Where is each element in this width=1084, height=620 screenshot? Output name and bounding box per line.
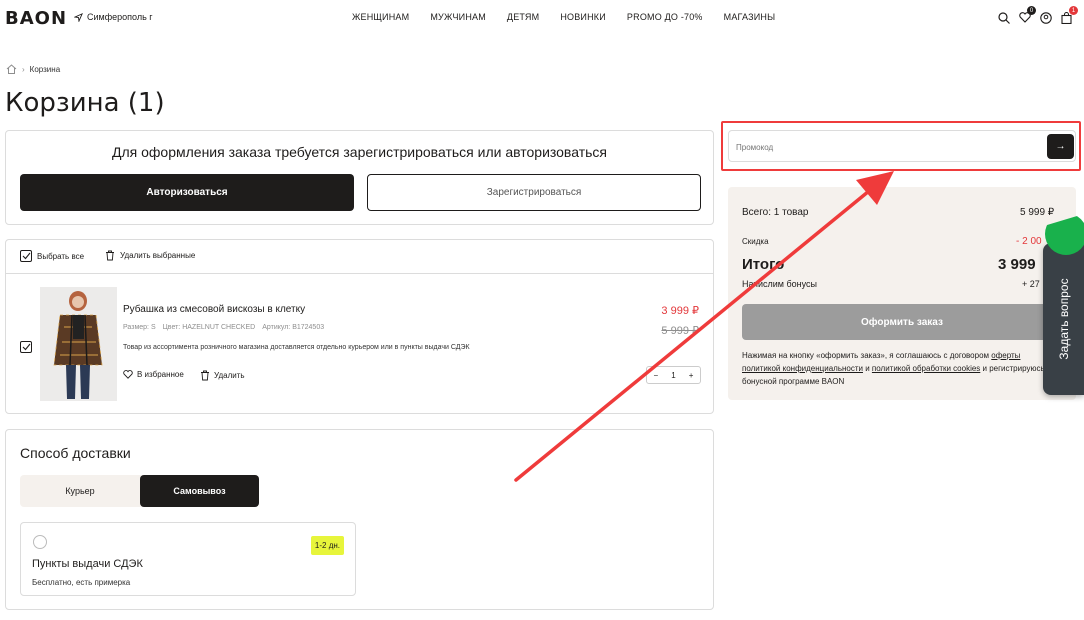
ask-question-tab[interactable]: Задать вопрос xyxy=(1043,213,1084,395)
discount-label: Скидка xyxy=(742,237,769,246)
pickup-option-name: Пункты выдачи СДЭК xyxy=(32,558,143,570)
checkout-button[interactable]: Оформить заказ xyxy=(742,304,1062,340)
tab-pickup[interactable]: Самовывоз xyxy=(140,475,259,507)
add-to-favorites[interactable]: В избранное xyxy=(123,370,184,379)
delete-selected-label: Удалить выбранные xyxy=(120,251,196,260)
auth-card: Для оформления заказа требуется зарегист… xyxy=(5,130,714,225)
offer-link[interactable]: оферты xyxy=(991,351,1020,360)
nav-new[interactable]: НОВИНКИ xyxy=(560,12,606,22)
legal-text-before: Нажимая на кнопку «оформить заказ», я со… xyxy=(742,351,990,360)
divider xyxy=(6,273,713,274)
product-attributes: Размер: S Цвет: HAZELNUT CHECKED Артикул… xyxy=(123,324,324,331)
page-title: Корзина (1) xyxy=(5,88,165,118)
grand-total-value: 3 999 xyxy=(998,256,1036,273)
favorites-count-badge: 0 xyxy=(1027,6,1036,15)
heart-icon xyxy=(123,370,133,379)
product-price: 3 999 ₽ xyxy=(661,305,699,317)
search-icon[interactable] xyxy=(996,10,1011,25)
register-button[interactable]: Зарегистрироваться xyxy=(367,174,701,211)
nav-women[interactable]: ЖЕНЩИНАМ xyxy=(352,12,409,22)
quantity-stepper: − 1 + xyxy=(646,366,701,384)
qty-minus-button[interactable]: − xyxy=(654,371,659,380)
product-name[interactable]: Рубашка из смесовой вискозы в клетку xyxy=(123,304,305,315)
qty-value[interactable]: 1 xyxy=(671,371,675,380)
legal-and: и xyxy=(865,364,870,373)
qty-plus-button[interactable]: + xyxy=(689,371,694,380)
favorites-label: В избранное xyxy=(137,370,184,379)
delivery-card: Способ доставки Курьер Самовывоз Пункты … xyxy=(5,429,714,610)
city-name: Симферополь г xyxy=(87,12,153,22)
product-size: Размер: S xyxy=(123,324,156,331)
discount-value: - 2 00 xyxy=(1016,236,1042,247)
annotation-highlight xyxy=(721,121,1081,171)
cookies-policy-link[interactable]: политикой обработки cookies xyxy=(872,364,980,373)
trash-icon xyxy=(106,250,114,261)
cart-bag-icon[interactable]: 1 xyxy=(1059,6,1078,25)
home-icon[interactable] xyxy=(6,64,17,74)
tab-courier[interactable]: Курьер xyxy=(20,475,140,507)
bonus-value: + 27 xyxy=(1022,279,1040,289)
favorites-heart-icon[interactable]: 0 xyxy=(1017,6,1036,25)
product-article: Артикул: B1724503 xyxy=(262,324,325,331)
main-nav: ЖЕНЩИНАМ МУЖЧИНАМ ДЕТЯМ НОВИНКИ PROMO ДО… xyxy=(352,12,775,22)
delete-label: Удалить xyxy=(214,371,245,380)
delivery-title: Способ доставки xyxy=(20,445,131,461)
cart-card: Выбрать все Удалить выбранные Рубашка из… xyxy=(5,239,714,414)
user-icon[interactable] xyxy=(1038,10,1053,25)
bonus-label: Начислим бонусы xyxy=(742,279,817,289)
select-all-checkbox[interactable] xyxy=(20,250,32,262)
login-button[interactable]: Авторизоваться xyxy=(20,174,354,211)
logo[interactable]: BAON xyxy=(5,8,67,29)
breadcrumb-current: Корзина xyxy=(29,64,61,74)
product-color: Цвет: HAZELNUT CHECKED xyxy=(162,324,256,331)
total-items-value: 5 999 ₽ xyxy=(1020,207,1055,218)
order-summary: Всего: 1 товар 5 999 ₽ Скидка - 2 00 Ито… xyxy=(728,187,1076,400)
location-arrow-icon xyxy=(74,12,83,22)
delete-selected[interactable]: Удалить выбранные xyxy=(105,250,195,261)
delete-item[interactable]: Удалить xyxy=(200,370,245,381)
pickup-option-radio[interactable] xyxy=(33,535,47,549)
header-icons: 0 1 xyxy=(996,6,1078,25)
nav-promo[interactable]: PROMO ДО -70% xyxy=(627,12,703,22)
auth-message: Для оформления заказа требуется зарегист… xyxy=(112,144,607,160)
nav-stores[interactable]: МАГАЗИНЫ xyxy=(724,12,776,22)
cart-count-badge: 1 xyxy=(1069,6,1078,15)
legal-text: Нажимая на кнопку «оформить заказ», я со… xyxy=(742,349,1060,388)
delivery-method-tabs: Курьер Самовывоз xyxy=(20,475,259,507)
nav-men[interactable]: МУЖЧИНАМ xyxy=(430,12,486,22)
site-header: BAON Симферополь г ЖЕНЩИНАМ МУЖЧИНАМ ДЕТ… xyxy=(0,0,1084,36)
product-delivery-note: Товар из ассортимента розничного магазин… xyxy=(123,344,470,351)
total-items-label: Всего: 1 товар xyxy=(742,207,809,218)
breadcrumb-separator: › xyxy=(22,64,25,74)
nav-kids[interactable]: ДЕТЯМ xyxy=(507,12,539,22)
city-selector[interactable]: Симферополь г xyxy=(74,12,153,22)
grand-total-label: Итого xyxy=(742,256,785,273)
pickup-option-sub: Бесплатно, есть примерка xyxy=(32,578,131,587)
ask-question-label: Задать вопрос xyxy=(1056,278,1071,360)
select-all-label: Выбрать все xyxy=(37,251,85,261)
item-checkbox-wrap xyxy=(20,338,32,356)
select-all[interactable]: Выбрать все xyxy=(20,250,84,262)
item-checkbox[interactable] xyxy=(20,341,32,353)
pickup-option-card[interactable]: Пункты выдачи СДЭК Бесплатно, есть приме… xyxy=(20,522,356,596)
delivery-time-badge: 1-2 дн. xyxy=(310,536,344,555)
trash-icon xyxy=(201,370,209,381)
breadcrumb: › Корзина xyxy=(6,64,60,74)
product-old-price: 5 999 ₽ xyxy=(661,325,699,337)
product-image[interactable] xyxy=(40,287,117,401)
privacy-policy-link[interactable]: политикой конфиденциальности xyxy=(742,364,863,373)
